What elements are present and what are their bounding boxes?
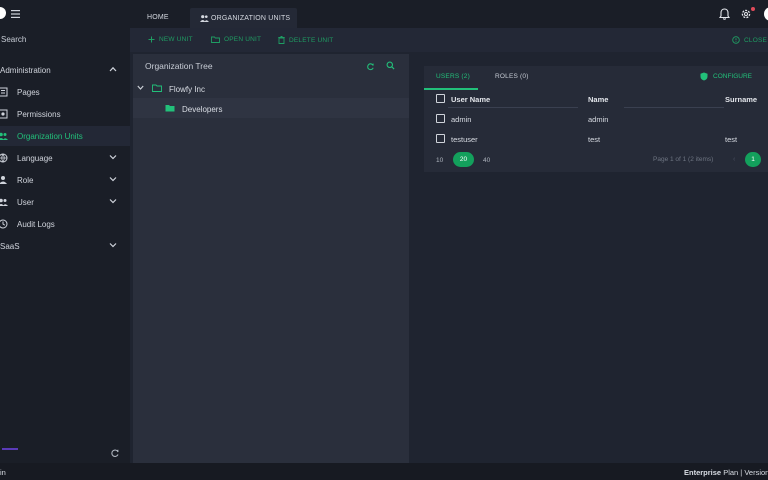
tab-label: ORGANIZATION UNITS bbox=[211, 15, 291, 22]
organization-tree-panel: Organization Tree Flowfy Inc Developers bbox=[133, 54, 409, 464]
sidebar-search[interactable]: Search bbox=[1, 35, 26, 44]
avatar[interactable] bbox=[764, 7, 768, 21]
folder-open-icon bbox=[211, 36, 220, 43]
sidebar-item-role[interactable]: Role bbox=[0, 170, 130, 190]
row-checkbox[interactable] bbox=[436, 134, 445, 143]
active-tab-indicator bbox=[424, 88, 478, 90]
role-icon bbox=[0, 175, 8, 185]
sidebar-item-saas[interactable]: SaaS bbox=[0, 236, 130, 256]
close-label: CLOSE bbox=[744, 36, 768, 44]
open-unit-label: OPEN UNIT bbox=[224, 36, 262, 43]
toolbar: NEW UNIT OPEN UNIT DELETE UNIT CLOSE bbox=[130, 28, 768, 52]
clock-icon bbox=[0, 219, 8, 229]
close-circle-icon bbox=[732, 36, 740, 44]
tree-node-developers[interactable]: Developers bbox=[133, 98, 409, 118]
page-info: Page 1 of 1 (2 items) bbox=[653, 156, 714, 163]
chevron-up-icon bbox=[109, 66, 117, 72]
sidebar-item-label: Audit Logs bbox=[17, 220, 55, 229]
sidebar-item-label: Pages bbox=[17, 88, 40, 97]
page-size-option-active[interactable]: 20 bbox=[453, 152, 474, 167]
sidebar-item-label: Role bbox=[17, 176, 34, 185]
open-unit-button[interactable]: OPEN UNIT bbox=[211, 36, 261, 43]
sidebar-item-pages[interactable]: Pages bbox=[0, 82, 130, 102]
sidebar-item-label: Administration bbox=[0, 66, 51, 75]
page-size-option[interactable]: 40 bbox=[483, 157, 490, 164]
header-divider bbox=[448, 107, 578, 108]
pages-icon bbox=[0, 87, 8, 97]
sidebar-item-label: SaaS bbox=[0, 242, 20, 251]
org-units-icon bbox=[200, 14, 209, 22]
panel-title: Organization Tree bbox=[145, 61, 213, 71]
tab-organization-units[interactable]: ORGANIZATION UNITS bbox=[190, 8, 297, 28]
refresh-icon[interactable] bbox=[366, 62, 375, 71]
cell-username: admin bbox=[451, 115, 472, 124]
users-icon bbox=[0, 197, 8, 207]
shield-icon bbox=[700, 72, 708, 81]
folder-icon bbox=[165, 104, 175, 112]
chevron-down-icon bbox=[109, 242, 117, 248]
notification-dot bbox=[751, 7, 755, 11]
column-header-surname[interactable]: Surname bbox=[725, 95, 757, 104]
footer-left-text: in bbox=[0, 468, 6, 477]
delete-unit-label: DELETE UNIT bbox=[289, 36, 334, 44]
sidebar-item-label: Organization Units bbox=[17, 132, 83, 141]
footer-plan-info: Enterprise Plan | Version bbox=[684, 468, 768, 477]
sidebar-item-label: User bbox=[17, 198, 34, 207]
plus-icon bbox=[148, 36, 155, 43]
sidebar-item-administration[interactable]: Administration bbox=[0, 60, 130, 80]
globe-icon bbox=[0, 153, 8, 163]
cell-surname: test bbox=[725, 135, 738, 144]
configure-label: CONFIGURE bbox=[713, 73, 752, 80]
sidebar-item-language[interactable]: Language bbox=[0, 148, 130, 168]
plan-name: Enterprise bbox=[684, 468, 722, 477]
tree-node-flowfy-inc[interactable]: Flowfy Inc bbox=[133, 78, 409, 98]
sidebar-item-permissions[interactable]: Permissions bbox=[0, 104, 130, 124]
new-unit-button[interactable]: NEW UNIT bbox=[148, 36, 193, 43]
sidebar-item-label: Permissions bbox=[17, 110, 61, 119]
tab-users[interactable]: USERS (2) bbox=[436, 73, 470, 80]
cell-username: testuser bbox=[451, 135, 478, 144]
tree-node-label: Flowfy Inc bbox=[169, 85, 206, 94]
cell-name: test bbox=[588, 135, 601, 144]
refresh-icon[interactable] bbox=[110, 448, 120, 458]
tree-node-label: Developers bbox=[182, 105, 223, 114]
chevron-left-icon[interactable]: ‹ bbox=[733, 156, 735, 163]
members-card: USERS (2) ROLES (0) CONFIGURE User Name … bbox=[424, 66, 768, 172]
sidebar: Search Administration Pages Permissions … bbox=[0, 0, 130, 463]
column-header-username[interactable]: User Name bbox=[451, 95, 490, 104]
trash-icon bbox=[278, 36, 285, 44]
current-page-button[interactable]: 1 bbox=[745, 152, 761, 167]
chevron-down-icon bbox=[109, 198, 117, 204]
sidebar-bottom-link[interactable] bbox=[2, 447, 20, 455]
tab-roles[interactable]: ROLES (0) bbox=[495, 73, 529, 80]
row-checkbox[interactable] bbox=[436, 114, 445, 123]
footer: in Enterprise Plan | Version bbox=[0, 463, 768, 480]
sidebar-item-audit-logs[interactable]: Audit Logs bbox=[0, 214, 130, 234]
chevron-down-icon[interactable] bbox=[137, 85, 144, 90]
search-icon[interactable] bbox=[386, 61, 395, 70]
page-size-option[interactable]: 10 bbox=[436, 157, 443, 164]
chevron-down-icon bbox=[109, 154, 117, 160]
folder-icon bbox=[152, 84, 162, 92]
logo[interactable] bbox=[0, 7, 6, 19]
plan-version: Plan | Version bbox=[721, 468, 768, 477]
sidebar-item-organization-units[interactable]: Organization Units bbox=[0, 126, 130, 146]
top-bar: HOME ORGANIZATION UNITS bbox=[130, 0, 768, 28]
permissions-icon bbox=[0, 109, 8, 119]
delete-unit-button[interactable]: DELETE UNIT bbox=[278, 36, 333, 44]
column-header-name[interactable]: Name bbox=[588, 95, 608, 104]
header-divider bbox=[624, 107, 724, 108]
sidebar-item-label: Language bbox=[17, 154, 53, 163]
org-units-icon bbox=[0, 131, 8, 141]
new-unit-label: NEW UNIT bbox=[159, 36, 193, 43]
chevron-down-icon bbox=[109, 176, 117, 182]
select-all-checkbox[interactable] bbox=[436, 94, 445, 103]
bell-icon[interactable] bbox=[719, 8, 730, 20]
close-button[interactable]: CLOSE bbox=[732, 36, 767, 44]
cell-name: admin bbox=[588, 115, 609, 124]
sidebar-item-user[interactable]: User bbox=[0, 192, 130, 212]
configure-button[interactable]: CONFIGURE bbox=[700, 72, 752, 81]
menu-toggle-icon[interactable] bbox=[11, 10, 21, 18]
